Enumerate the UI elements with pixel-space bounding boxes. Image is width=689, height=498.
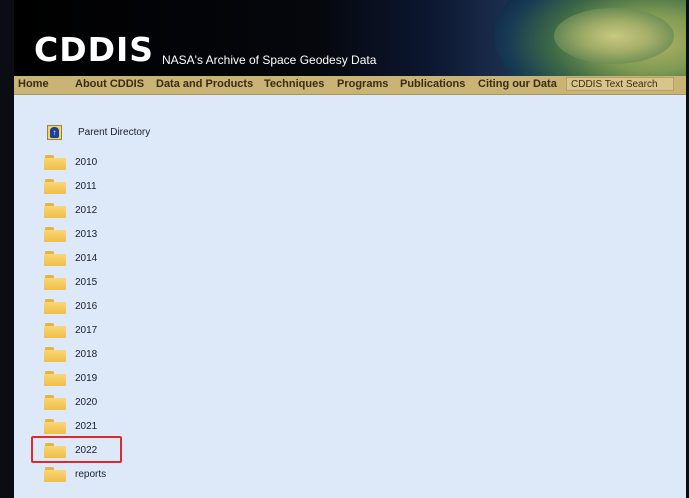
nav-techniques[interactable]: Techniques <box>264 78 324 90</box>
nav-citing-our-data[interactable]: Citing our Data <box>478 78 557 90</box>
folder-icon[interactable] <box>44 370 66 386</box>
folder-link[interactable]: 2018 <box>75 349 97 360</box>
nav-publications[interactable]: Publications <box>400 78 465 90</box>
folder-row[interactable]: 2021 <box>44 416 97 436</box>
folder-link[interactable]: 2016 <box>75 301 97 312</box>
folder-row[interactable]: 2018 <box>44 344 97 364</box>
main-nav: Home About CDDIS Data and Products Techn… <box>14 76 686 95</box>
folder-icon[interactable] <box>44 322 66 338</box>
folder-icon[interactable] <box>44 466 66 482</box>
nav-programs[interactable]: Programs <box>337 78 388 90</box>
folder-icon[interactable] <box>44 394 66 410</box>
folder-icon[interactable] <box>44 298 66 314</box>
folder-link[interactable]: 2013 <box>75 229 97 240</box>
highlight-box <box>31 436 122 463</box>
folder-row[interactable]: 2012 <box>44 200 97 220</box>
folder-link[interactable]: 2017 <box>75 325 97 336</box>
text-search-button[interactable]: CDDIS Text Search <box>566 77 674 91</box>
folder-row[interactable]: 2013 <box>44 224 97 244</box>
folder-icon[interactable] <box>44 226 66 242</box>
folder-row[interactable]: reports <box>44 464 106 484</box>
folder-link[interactable]: 2019 <box>75 373 97 384</box>
parent-directory-link[interactable]: Parent Directory <box>78 127 150 138</box>
parent-directory-row[interactable]: ↑ Parent Directory <box>44 122 150 142</box>
folder-link[interactable]: 2014 <box>75 253 97 264</box>
folder-link[interactable]: 2012 <box>75 205 97 216</box>
folder-link[interactable]: 2021 <box>75 421 97 432</box>
folder-row[interactable]: 2015 <box>44 272 97 292</box>
folder-icon[interactable] <box>44 178 66 194</box>
folder-link[interactable]: 2011 <box>75 181 97 192</box>
folder-link[interactable]: reports <box>75 469 106 480</box>
folder-link[interactable]: 2020 <box>75 397 97 408</box>
nav-data-and-products[interactable]: Data and Products <box>156 78 253 90</box>
earth-land-highlight <box>554 8 674 64</box>
folder-row[interactable]: 2010 <box>44 152 97 172</box>
folder-row[interactable]: 2020 <box>44 392 97 412</box>
folder-link[interactable]: 2010 <box>75 157 97 168</box>
folder-row[interactable]: 2014 <box>44 248 97 268</box>
folder-icon[interactable] <box>44 250 66 266</box>
folder-icon[interactable] <box>44 418 66 434</box>
site-logo[interactable]: CDDIS <box>34 30 154 69</box>
folder-row[interactable]: 2019 <box>44 368 97 388</box>
folder-row[interactable]: 2017 <box>44 320 97 340</box>
directory-listing: ↑ Parent Directory 2010 2011 2012 2013 2… <box>14 95 686 498</box>
site-header-banner: CDDIS NASA's Archive of Space Geodesy Da… <box>14 0 686 76</box>
nav-about-cddis[interactable]: About CDDIS <box>75 78 144 90</box>
site-tagline: NASA's Archive of Space Geodesy Data <box>162 53 377 67</box>
parent-directory-icon[interactable]: ↑ <box>47 124 62 140</box>
window-frame-left <box>0 0 14 498</box>
folder-icon[interactable] <box>44 154 66 170</box>
folder-row[interactable]: 2016 <box>44 296 97 316</box>
folder-icon[interactable] <box>44 346 66 362</box>
folder-icon[interactable] <box>44 274 66 290</box>
folder-link[interactable]: 2015 <box>75 277 97 288</box>
folder-row[interactable]: 2011 <box>44 176 97 196</box>
folder-icon[interactable] <box>44 202 66 218</box>
nav-home[interactable]: Home <box>18 78 49 90</box>
